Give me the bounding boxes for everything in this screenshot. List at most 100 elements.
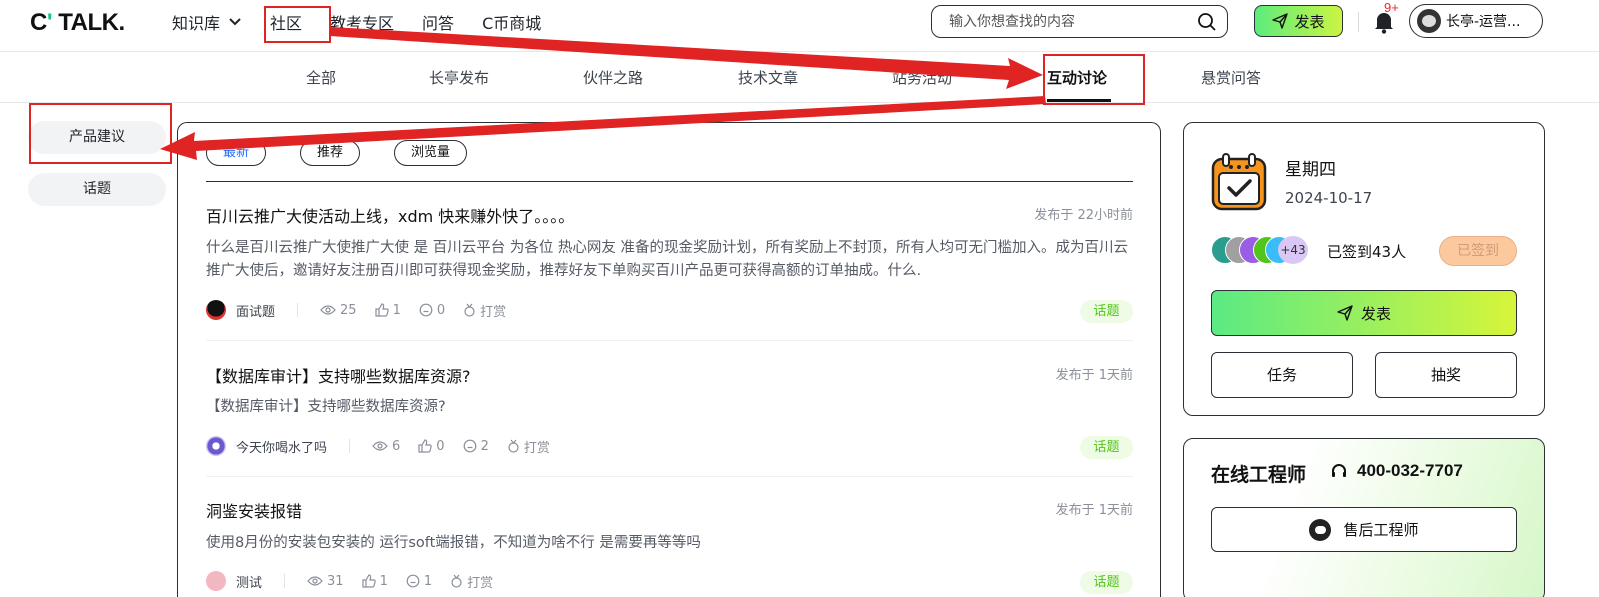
thumbs-up-icon <box>374 303 389 317</box>
post-excerpt: 【数据库审计】支持哪些数据库资源? <box>206 399 446 415</box>
publish-button[interactable]: 发表 <box>1254 5 1343 37</box>
view-count: 25 <box>320 303 357 318</box>
nav-item-qa[interactable]: 问答 <box>422 10 454 34</box>
signed-button[interactable]: 已签到 <box>1439 236 1517 266</box>
send-icon <box>1272 13 1289 29</box>
post-time: 发布于 1天前 <box>1055 503 1133 518</box>
list-item[interactable]: 洞鉴安装报错 发布于 1天前 使用8月份的安装包安装的 运行soft端报错，不知… <box>206 498 1133 597</box>
list-item[interactable]: 百川云推广大使活动上线，xdm 快来赚外快了。。。。 发布于 22小时前 什么是… <box>206 203 1133 323</box>
author-name[interactable]: 今天你喝水了吗 <box>236 437 327 456</box>
filter-views[interactable]: 浏览量 <box>394 140 468 166</box>
divider <box>297 303 299 317</box>
divider <box>206 181 1133 182</box>
search-icon[interactable] <box>1197 12 1217 32</box>
nav-item-exam[interactable]: 教考专区 <box>330 10 394 34</box>
post-title[interactable]: 百川云推广大使活动上线，xdm 快来赚外快了。。。。 <box>206 203 574 227</box>
eye-icon <box>307 576 323 586</box>
calendar-check-icon <box>1211 153 1267 211</box>
signed-count: 已签到43人 <box>1327 243 1407 261</box>
weekday: 星期四 <box>1285 160 1336 180</box>
divider <box>284 574 286 588</box>
nav-item-shop[interactable]: C币商城 <box>482 10 541 34</box>
divider <box>1358 12 1359 32</box>
thumbs-up-icon <box>418 439 433 453</box>
topic-tag[interactable]: 话题 <box>1080 571 1133 594</box>
main-nav: 知识库 社区 教考专区 问答 C币商城 <box>172 0 569 44</box>
avatar[interactable] <box>206 571 226 591</box>
post-meta: 今天你喝水了吗 6 0 2 打赏 <box>206 436 568 456</box>
robot-avatar-icon <box>1309 518 1332 541</box>
avatar[interactable] <box>206 300 226 320</box>
task-button[interactable]: 任务 <box>1211 352 1353 398</box>
tab-bounty-qa[interactable]: 悬赏问答 <box>1201 67 1261 88</box>
search-input[interactable] <box>932 6 1182 37</box>
engineer-title: 在线工程师 <box>1211 464 1307 486</box>
tab-tech-articles[interactable]: 技术文章 <box>738 67 798 88</box>
comment-count[interactable]: 0 <box>419 303 445 318</box>
checkin-card: 星期四 2024-10-17 +43 已签到43人 已签到 发表 任务 抽奖 <box>1183 122 1545 416</box>
nav-item-knowledge[interactable]: 知识库 <box>172 10 242 34</box>
medal-icon <box>464 303 475 317</box>
tip-button[interactable]: 打赏 <box>450 572 493 591</box>
eye-icon <box>320 305 336 315</box>
post-meta: 测试 31 1 1 打赏 <box>206 571 511 591</box>
comment-count[interactable]: 2 <box>463 439 489 454</box>
after-sales-engineer-button[interactable]: 售后工程师 <box>1211 507 1517 552</box>
post-time: 发布于 1天前 <box>1055 368 1133 383</box>
online-engineer-card: 在线工程师 400-032-7707 售后工程师 <box>1183 438 1545 597</box>
medal-icon <box>508 439 519 453</box>
tab-all[interactable]: 全部 <box>306 67 336 88</box>
like-count[interactable]: 1 <box>361 574 388 589</box>
logo[interactable]: C' TALK. <box>30 9 125 37</box>
medal-icon <box>451 574 462 588</box>
topic-tag[interactable]: 话题 <box>1080 436 1133 459</box>
filter-recommended[interactable]: 推荐 <box>300 140 361 166</box>
sort-filters: 最新 推荐 浏览量 <box>206 140 501 166</box>
lottery-button[interactable]: 抽奖 <box>1375 352 1517 398</box>
post-title[interactable]: 洞鉴安装报错 <box>206 498 302 522</box>
annotation-box-product-suggestion <box>29 103 172 164</box>
comment-icon <box>463 439 476 453</box>
annotation-box-community <box>264 6 331 43</box>
search-box <box>931 5 1228 38</box>
headset-icon <box>1332 464 1346 477</box>
eye-icon <box>372 441 388 451</box>
comment-icon <box>406 574 420 588</box>
divider <box>349 439 351 453</box>
post-feed: 最新 推荐 浏览量 百川云推广大使活动上线，xdm 快来赚外快了。。。。 发布于… <box>177 122 1161 597</box>
author-name[interactable]: 测试 <box>236 572 262 591</box>
date: 2024-10-17 <box>1285 189 1373 207</box>
publish-post-button[interactable]: 发表 <box>1211 290 1517 336</box>
thumbs-up-icon <box>361 574 376 588</box>
annotation-box-discussion <box>1043 54 1145 105</box>
post-excerpt: 使用8月份的安装包安装的 运行soft端报错，不知道为啥不行 是需要再等等吗 <box>206 535 701 551</box>
tab-changting-release[interactable]: 长亭发布 <box>429 67 489 88</box>
topic-tag[interactable]: 话题 <box>1080 300 1133 323</box>
chevron-down-icon <box>229 18 241 26</box>
like-count[interactable]: 1 <box>374 303 401 318</box>
view-count: 31 <box>307 574 344 589</box>
tab-partner[interactable]: 伙伴之路 <box>583 67 643 88</box>
view-count: 6 <box>372 439 400 454</box>
avatar <box>1417 9 1441 33</box>
tip-button[interactable]: 打赏 <box>463 301 506 320</box>
phone-number[interactable]: 400-032-7707 <box>1330 461 1463 481</box>
post-title[interactable]: 【数据库审计】支持哪些数据库资源? <box>206 363 471 387</box>
list-item[interactable]: 【数据库审计】支持哪些数据库资源? 发布于 1天前 【数据库审计】支持哪些数据库… <box>206 363 1133 463</box>
tab-site-events[interactable]: 站务活动 <box>892 67 952 88</box>
post-excerpt: 什么是百川云推广大使推广大使 是 百川云平台 为各位 热心网友 准备的现金奖励计… <box>206 240 1129 279</box>
top-header: C' TALK. 知识库 社区 教考专区 问答 C币商城 发表 9+ 长亭-运营… <box>0 0 1599 52</box>
filter-latest[interactable]: 最新 <box>206 140 267 166</box>
sidebar-item-topic[interactable]: 话题 <box>28 173 166 206</box>
like-count[interactable]: 0 <box>418 439 445 454</box>
divider <box>206 476 1133 477</box>
comment-count[interactable]: 1 <box>406 574 432 589</box>
notification-badge: 9+ <box>1384 0 1399 15</box>
user-menu[interactable]: 长亭-运营... <box>1409 4 1543 38</box>
post-meta: 面试题 25 1 0 打赏 <box>206 300 524 320</box>
avatar[interactable] <box>206 436 226 456</box>
tip-button[interactable]: 打赏 <box>507 437 550 456</box>
signed-avatars: +43 <box>1211 236 1308 266</box>
author-name[interactable]: 面试题 <box>236 301 275 320</box>
divider <box>206 340 1133 341</box>
